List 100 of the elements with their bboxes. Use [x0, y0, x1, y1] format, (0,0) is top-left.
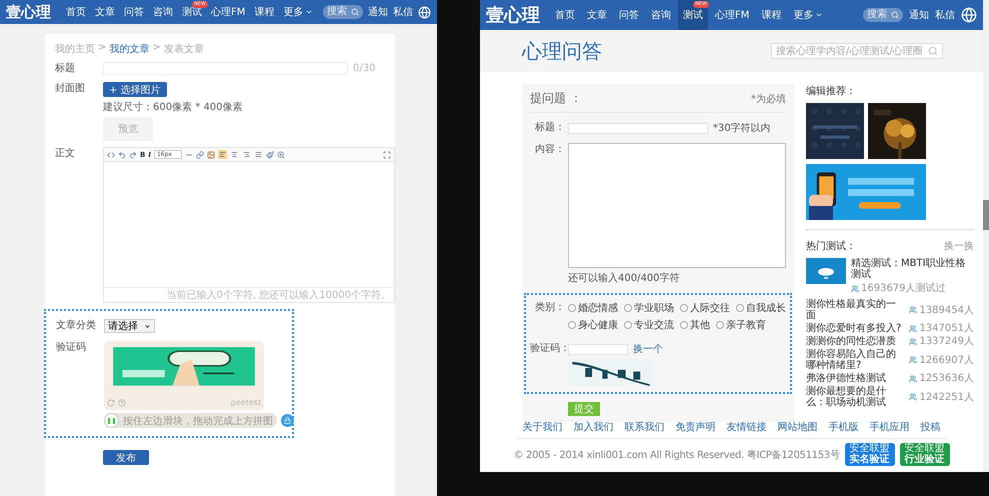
- nav-link[interactable]: 通知: [368, 5, 388, 19]
- form-heading: 提问题 ：: [530, 90, 582, 107]
- people-icon: [909, 338, 918, 346]
- nav-item[interactable]: 文章: [91, 0, 119, 24]
- people-icon: [909, 393, 918, 401]
- test-link[interactable]: 测你容易陷入自己的哪种情绪里?: [806, 349, 906, 371]
- verification-badge[interactable]: 安全联盟 行业验证: [900, 443, 950, 466]
- char-counter: 0/30: [353, 63, 376, 74]
- captcha-brand: geetest: [230, 398, 261, 407]
- globe-icon[interactable]: [418, 6, 431, 18]
- nav-item[interactable]: 咨询: [646, 0, 676, 30]
- globe-icon[interactable]: [961, 7, 977, 23]
- link-icon[interactable]: [196, 150, 204, 158]
- redo-icon[interactable]: [129, 150, 137, 158]
- help-icon[interactable]: [118, 398, 126, 406]
- section-heading: 热门测试：: [806, 240, 856, 253]
- taken-count: 1266907人: [909, 349, 974, 371]
- undo-icon[interactable]: [118, 150, 126, 158]
- image-preview: 预览: [103, 117, 153, 141]
- nav-item[interactable]: 首页: [550, 0, 580, 30]
- people-icon: [909, 374, 918, 382]
- test-link[interactable]: 弗洛伊德性格测试: [806, 373, 906, 384]
- badge-caption: 安全联盟: [904, 444, 945, 454]
- category-radio[interactable]: 身心健康: [568, 318, 618, 332]
- nav-link[interactable]: 私信: [935, 8, 955, 22]
- zoom-icon[interactable]: [276, 150, 285, 158]
- code-icon[interactable]: [107, 150, 115, 158]
- nav-link[interactable]: 私信: [393, 5, 413, 19]
- test-link[interactable]: 测测你的同性恋潜质: [806, 336, 906, 347]
- copyright: © 2005 - 2014 xinli001.com All Rights Reserved. 粤ICP备12051153号: [513, 448, 840, 462]
- length-hint: *30字符以内: [713, 122, 771, 135]
- badge-caption: 安全联盟: [850, 444, 890, 454]
- breadcrumb-link[interactable]: 我的文章: [109, 42, 150, 56]
- footer-link[interactable]: 友情链接: [726, 420, 766, 434]
- slider-hint: 按住左边滑块，拖动完成上方拼图: [123, 414, 273, 428]
- category-radio[interactable]: 婚恋情感: [568, 301, 618, 315]
- align-button[interactable]: [230, 150, 239, 159]
- nav-item[interactable]: 咨询: [149, 0, 177, 24]
- nav-item[interactable]: 课程: [250, 0, 278, 24]
- test-link[interactable]: 测你恋爱时有多投入?: [806, 323, 906, 334]
- nav-link[interactable]: 通知: [909, 8, 929, 22]
- scrollbar[interactable]: [983, 0, 989, 472]
- field-label: 内容：: [534, 143, 566, 156]
- publish-button[interactable]: 发布: [103, 450, 149, 465]
- field-label: 验证码：: [530, 342, 568, 355]
- nav-item[interactable]: 更多: [279, 0, 318, 24]
- align-button[interactable]: [218, 150, 227, 159]
- nav-item[interactable]: 首页: [62, 0, 90, 24]
- taken-count: 1389454人: [909, 299, 974, 321]
- brush-icon[interactable]: [266, 150, 274, 158]
- size-hint: 建议尺寸：600像素 * 400像素: [103, 100, 243, 114]
- featured-test-link[interactable]: 精选测试：MBTI职业性格测试: [851, 258, 974, 280]
- taken-count: 1693679人测试过: [851, 283, 946, 294]
- fullscreen-icon[interactable]: [383, 150, 391, 158]
- content-field[interactable]: [568, 143, 786, 268]
- footer-link[interactable]: 手机版: [828, 420, 858, 434]
- footer-link[interactable]: 手机应用: [870, 420, 910, 434]
- site-logo[interactable]: 壹心理: [486, 3, 540, 27]
- search-icon: [891, 11, 899, 19]
- category-select[interactable]: 请选择: [104, 319, 155, 333]
- footer-link[interactable]: 联系我们: [624, 420, 664, 434]
- nav-item[interactable]: 文章: [582, 0, 612, 30]
- footer-link[interactable]: 网站地图: [778, 420, 818, 434]
- category-radio[interactable]: 专业交流: [624, 318, 674, 332]
- section-heading: 编辑推荐：: [806, 84, 857, 98]
- footer-link[interactable]: 关于我们: [522, 420, 562, 434]
- category-radio[interactable]: 其他: [680, 318, 710, 332]
- align-button[interactable]: [254, 150, 263, 159]
- verification-badge[interactable]: 安全联盟 实名验证: [844, 443, 895, 466]
- category-radio[interactable]: 自我成长: [736, 301, 786, 315]
- taken-count: 1253636人: [909, 373, 974, 384]
- footer-link[interactable]: 投稿: [920, 420, 940, 434]
- category-radio[interactable]: 亲子教育: [716, 318, 766, 332]
- nav-item[interactable]: 心理FM: [710, 0, 754, 30]
- align-button[interactable]: [242, 150, 251, 159]
- image-icon[interactable]: [206, 150, 215, 158]
- captcha-field[interactable]: [568, 344, 628, 354]
- category-radio[interactable]: 学业职场: [624, 301, 674, 315]
- badge-title: 实名验证: [850, 454, 890, 465]
- slider-handle[interactable]: [104, 413, 119, 428]
- nav-item[interactable]: 更多: [788, 0, 828, 30]
- field-label: 标题: [55, 62, 76, 76]
- choose-image-button[interactable]: + 选择图片: [103, 82, 167, 97]
- badge-title: 行业验证: [904, 454, 945, 465]
- nav-item[interactable]: 问答: [120, 0, 148, 24]
- people-icon: [909, 306, 918, 314]
- test-link[interactable]: 测你性格最真实的一面: [806, 299, 906, 321]
- nav-item[interactable]: 心理FM: [207, 0, 250, 24]
- breadcrumb-separator: >: [152, 42, 161, 55]
- title-field[interactable]: [568, 122, 708, 134]
- refresh-icon[interactable]: [107, 398, 115, 406]
- site-logo[interactable]: 壹心理: [6, 2, 51, 22]
- test-link[interactable]: 测你最想要的是什么：职场动机测试: [806, 386, 906, 408]
- nav-item[interactable]: 课程: [756, 0, 786, 30]
- nav-item[interactable]: 问答: [614, 0, 644, 30]
- footer-link[interactable]: 免责声明: [676, 420, 716, 434]
- field-label: 正文: [55, 147, 76, 161]
- refresh-link[interactable]: 换一个: [633, 342, 663, 356]
- category-radio[interactable]: 人际交往: [680, 301, 730, 315]
- footer-link[interactable]: 加入我们: [574, 420, 614, 434]
